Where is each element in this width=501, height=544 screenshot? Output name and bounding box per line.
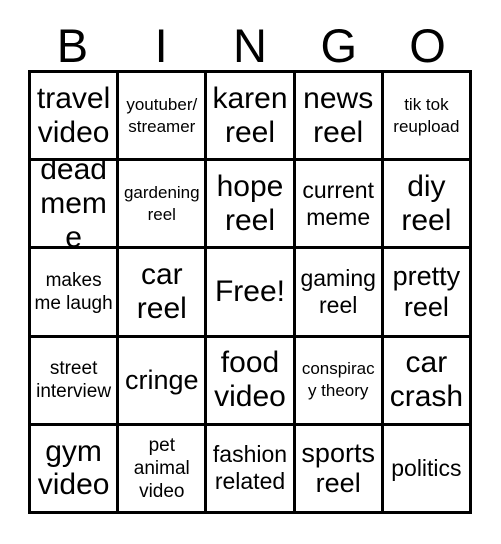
bingo-header-letter-i: I xyxy=(154,19,168,72)
bingo-cell-o4[interactable]: car crash xyxy=(383,337,472,426)
bingo-cell-i3[interactable]: car reel xyxy=(119,249,208,338)
bingo-cell-label: cringe xyxy=(125,364,199,395)
bingo-cell-b5[interactable]: gym video xyxy=(31,425,120,514)
bingo-cell-label: politics xyxy=(391,454,462,481)
bingo-header-letter-n: N xyxy=(233,19,267,72)
bingo-grid: travel video youtuber/ streamer karen reel… xyxy=(28,70,472,514)
bingo-header-letter-b: B xyxy=(56,19,89,72)
bingo-cell-b4[interactable]: street interview xyxy=(31,337,120,426)
bingo-cell-label: hope reel xyxy=(216,169,284,237)
bingo-cell-label: current meme xyxy=(302,176,374,230)
bingo-cell-o1[interactable]: tik tok reupload xyxy=(383,73,472,162)
bingo-cell-g4[interactable]: conspiracy theory xyxy=(295,337,384,426)
bingo-cell-n3[interactable]: Free! xyxy=(207,249,296,338)
bingo-cell-i1[interactable]: youtuber/ streamer xyxy=(119,73,208,162)
bingo-cell-label: fashion related xyxy=(212,441,288,495)
bingo-cell-b1[interactable]: travel video xyxy=(31,73,120,162)
bingo-cell-i2[interactable]: gardening reel xyxy=(119,161,208,250)
bingo-cell-i4[interactable]: cringe xyxy=(119,337,208,426)
bingo-cell-o2[interactable]: diy reel xyxy=(383,161,472,250)
bingo-cell-label: food video xyxy=(214,346,286,414)
bingo-cell-label: street interview xyxy=(36,358,112,403)
bingo-cell-g5[interactable]: sports reel xyxy=(295,425,384,514)
bingo-cell-label: pet animal video xyxy=(133,434,190,502)
bingo-cell-n5[interactable]: fashion related xyxy=(207,425,296,514)
bingo-header-row: B I N G O xyxy=(28,14,472,70)
bingo-cell-n1[interactable]: karen reel xyxy=(207,73,296,162)
bingo-cell-label: makes me laugh xyxy=(34,269,113,314)
bingo-cell-n4[interactable]: food video xyxy=(207,337,296,426)
bingo-header-letter-o: O xyxy=(409,19,446,72)
bingo-cell-b2[interactable]: dead meme xyxy=(31,161,120,250)
bingo-cell-label: diy reel xyxy=(401,169,452,237)
bingo-cell-label: Free! xyxy=(214,275,285,309)
bingo-cell-label: news reel xyxy=(303,81,374,149)
bingo-cell-label: car reel xyxy=(136,258,187,325)
bingo-cell-label: gardening reel xyxy=(123,183,200,224)
bingo-cell-label: gaming reel xyxy=(300,265,376,318)
bingo-cell-label: pretty reel xyxy=(392,261,461,322)
bingo-cell-o5[interactable]: politics xyxy=(383,425,472,514)
bingo-cell-label: gym video xyxy=(37,434,110,502)
bingo-cell-label: dead meme xyxy=(40,161,107,250)
bingo-cell-label: tik tok reupload xyxy=(393,94,460,136)
bingo-cell-o3[interactable]: pretty reel xyxy=(383,249,472,338)
bingo-cell-label: youtuber/ streamer xyxy=(126,94,198,136)
bingo-header-letter-g: G xyxy=(320,19,358,72)
bingo-cell-i5[interactable]: pet animal video xyxy=(119,425,208,514)
bingo-cell-b3[interactable]: makes me laugh xyxy=(31,249,120,338)
bingo-cell-label: conspiracy theory xyxy=(301,359,375,401)
bingo-cell-g3[interactable]: gaming reel xyxy=(295,249,384,338)
bingo-cell-label: sports reel xyxy=(301,437,375,499)
bingo-cell-g2[interactable]: current meme xyxy=(295,161,384,250)
bingo-cell-label: car crash xyxy=(389,346,464,414)
bingo-cell-n2[interactable]: hope reel xyxy=(207,161,296,250)
bingo-cell-label: travel video xyxy=(36,81,111,149)
bingo-card: B I N G O travel video youtuber/ streamer… xyxy=(0,0,501,544)
bingo-cell-g1[interactable]: news reel xyxy=(295,73,384,162)
bingo-cell-label: karen reel xyxy=(212,81,288,149)
